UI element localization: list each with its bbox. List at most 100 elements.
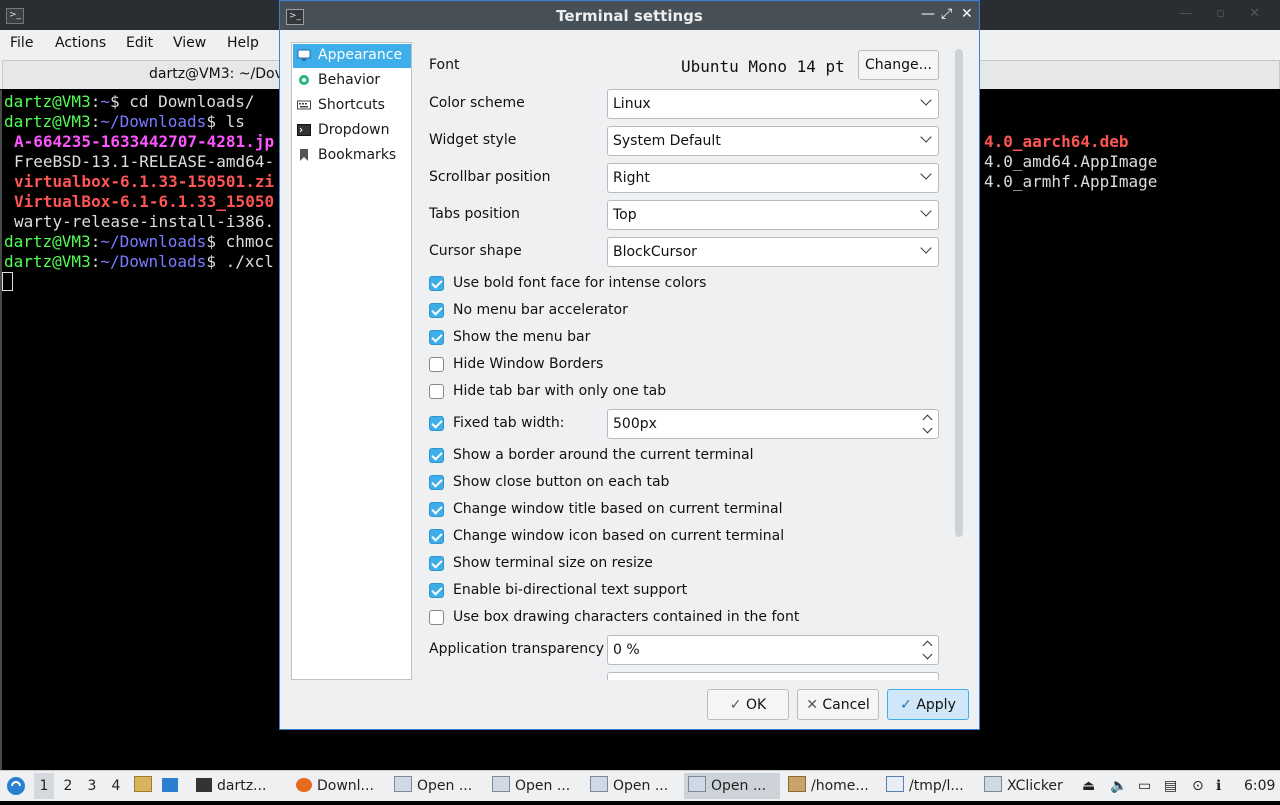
task-open-4[interactable]: Open ... xyxy=(684,773,780,799)
file-entry: VirtualBox-6.1-6.1.33_15050 xyxy=(14,192,275,211)
checkbox[interactable] xyxy=(429,475,444,490)
widget-style-label: Widget style xyxy=(429,132,517,148)
check-icon: ✓ xyxy=(729,696,746,713)
gear-icon xyxy=(299,75,309,85)
checkbox[interactable] xyxy=(429,330,444,345)
color-scheme-label: Color scheme xyxy=(429,95,525,111)
task-open-2[interactable]: Open ... xyxy=(488,773,584,799)
tray-update-icon[interactable]: ⊙ xyxy=(1192,773,1210,799)
chevron-down-icon xyxy=(920,131,932,143)
widget-style-select[interactable]: System Default xyxy=(607,126,939,156)
next-setting-field-partial[interactable] xyxy=(607,672,939,680)
app-transparency-spinbox[interactable]: 0 % xyxy=(607,635,939,665)
cancel-icon: ✕ xyxy=(806,696,823,713)
desktop-2[interactable]: 2 xyxy=(58,773,78,799)
settings-scrollbar[interactable] xyxy=(955,49,963,537)
sidebar-item-label: Bookmarks xyxy=(318,147,397,163)
file-entry: FreeBSD-13.1-RELEASE-amd64- xyxy=(14,152,275,171)
tray-eject-icon[interactable]: ⏏ xyxy=(1082,773,1100,799)
terminal-line: dartz@VM3:~$ cd Downloads/ xyxy=(4,92,255,111)
folder-icon xyxy=(134,776,152,792)
checkbox[interactable] xyxy=(429,556,444,571)
dialog-titlebar[interactable]: >_ Terminal settings — ⤢ ✕ xyxy=(280,1,979,30)
checkbox[interactable] xyxy=(429,448,444,463)
tray-notification-icon[interactable]: ℹ xyxy=(1216,773,1230,799)
task-xclicker[interactable]: XClicker xyxy=(980,773,1078,799)
terminal-line: dartz@VM3:~/Downloads$ ls xyxy=(4,112,245,131)
bookmark-icon xyxy=(300,149,308,161)
checkbox[interactable] xyxy=(429,610,444,625)
close-icon[interactable]: ✕ xyxy=(961,6,973,22)
checkbox[interactable] xyxy=(429,303,444,318)
checkbox[interactable] xyxy=(429,416,444,431)
scrollbar-position-label: Scrollbar position xyxy=(429,169,551,185)
menu-file[interactable]: File xyxy=(10,35,33,51)
sidebar-item-bookmarks[interactable]: Bookmarks xyxy=(293,144,411,168)
window-icon xyxy=(590,776,608,792)
maximize-icon[interactable]: ⤢ xyxy=(941,6,952,22)
cursor-shape-label: Cursor shape xyxy=(429,243,522,259)
terminal-tab-title: dartz@VM3: ~/Dov xyxy=(149,66,283,82)
cancel-button[interactable]: ✕ Cancel xyxy=(797,689,879,720)
desktop-icon xyxy=(162,778,178,792)
sidebar-item-dropdown[interactable]: Dropdown xyxy=(293,119,411,143)
tray-clipboard-icon[interactable]: ▤ xyxy=(1164,773,1182,799)
scrollbar-position-select[interactable]: Right xyxy=(607,163,939,193)
menu-help[interactable]: Help xyxy=(227,35,259,51)
fixed-tab-width-spinbox[interactable]: 500px xyxy=(607,409,939,439)
menu-edit[interactable]: Edit xyxy=(126,35,153,51)
desktop-3[interactable]: 3 xyxy=(82,773,102,799)
desktop-4[interactable]: 4 xyxy=(106,773,126,799)
show-desktop-button[interactable] xyxy=(162,773,184,799)
lxqt-logo-icon xyxy=(7,777,25,795)
spin-down-icon[interactable] xyxy=(922,649,933,660)
start-menu-button[interactable] xyxy=(6,773,28,799)
task-open-1[interactable]: Open ... xyxy=(390,773,486,799)
checkbox[interactable] xyxy=(429,502,444,517)
keyboard-icon xyxy=(297,100,311,110)
checkbox[interactable] xyxy=(429,357,444,372)
file-entry: 4.0_amd64.AppImage xyxy=(984,152,1158,171)
tray-display-icon[interactable]: ▭ xyxy=(1138,773,1156,799)
task-archive[interactable]: /home... xyxy=(784,773,880,799)
task-firefox[interactable]: Downl... xyxy=(292,773,388,799)
file-entry: warty-release-install-i386. xyxy=(14,212,275,231)
sidebar-item-appearance[interactable]: Appearance xyxy=(293,44,411,68)
checkbox[interactable] xyxy=(429,529,444,544)
menu-view[interactable]: View xyxy=(173,35,206,51)
terminal-window-buttons: — ▫ ✕ xyxy=(1179,6,1270,21)
settings-category-list: Appearance Behavior Shortcuts Dropdown B… xyxy=(291,42,412,680)
tabs-position-select[interactable]: Top xyxy=(607,200,939,230)
task-open-3[interactable]: Open ... xyxy=(586,773,682,799)
spin-down-icon[interactable] xyxy=(922,423,933,434)
desktop-1[interactable]: 1 xyxy=(34,773,54,799)
minimize-icon[interactable]: — xyxy=(921,6,935,22)
task-terminal[interactable]: dartz... xyxy=(192,773,288,799)
app-transparency-label: Application transparency xyxy=(429,641,605,657)
chevron-down-icon xyxy=(920,168,932,180)
checkbox[interactable] xyxy=(429,384,444,399)
menu-actions[interactable]: Actions xyxy=(55,35,106,51)
sidebar-item-label: Appearance xyxy=(318,47,403,63)
checkbox[interactable] xyxy=(429,276,444,291)
clock[interactable]: 6:09 xyxy=(1244,773,1278,799)
terminal-icon: >_ xyxy=(6,8,24,24)
check-icon: ✓ xyxy=(900,696,917,713)
sidebar-item-behavior[interactable]: Behavior xyxy=(293,69,411,93)
terminal-cursor xyxy=(2,272,13,291)
ok-button[interactable]: ✓ OK xyxy=(707,689,789,720)
terminal-line: dartz@VM3:~/Downloads$ chmoc xyxy=(4,232,274,251)
checkbox[interactable] xyxy=(429,583,444,598)
window-icon xyxy=(984,776,1002,792)
sidebar-item-label: Behavior xyxy=(318,72,381,88)
apply-button[interactable]: ✓ Apply xyxy=(887,689,969,720)
task-text-editor[interactable]: /tmp/l... xyxy=(882,773,978,799)
sidebar-item-shortcuts[interactable]: Shortcuts xyxy=(293,94,411,118)
dropdown-terminal-icon xyxy=(297,124,311,136)
file-manager-launcher[interactable] xyxy=(134,773,154,799)
color-scheme-select[interactable]: Linux xyxy=(607,89,939,119)
change-font-button[interactable]: Change... xyxy=(858,50,939,80)
font-label: Font xyxy=(429,57,460,73)
tray-volume-icon[interactable]: 🔈 xyxy=(1110,773,1128,799)
cursor-shape-select[interactable]: BlockCursor xyxy=(607,237,939,267)
